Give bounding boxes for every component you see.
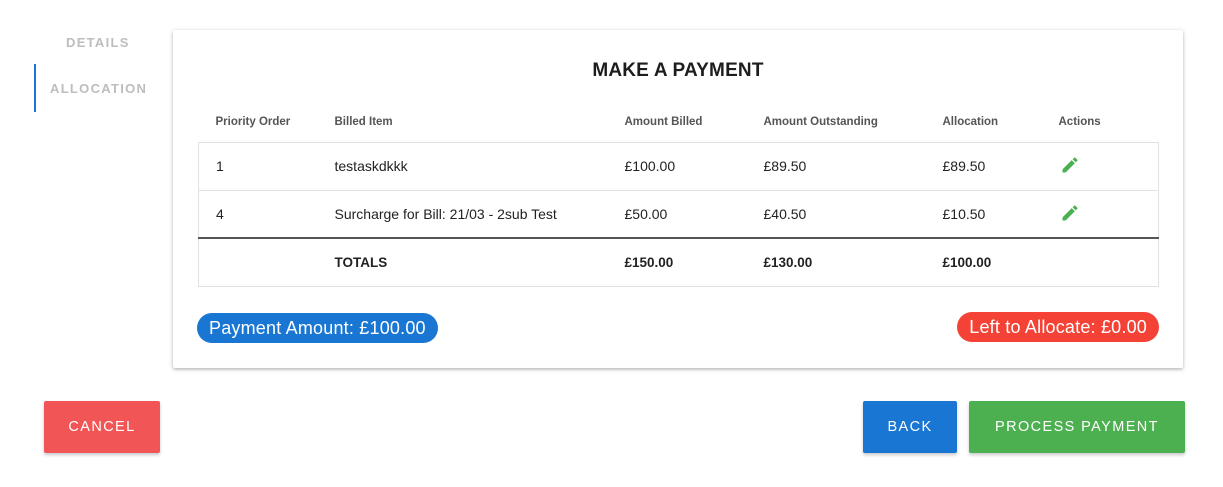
allocation-table: Priority Order Billed Item Amount Billed… [198,102,1159,287]
table-row: 1 testaskdkkk £100.00 £89.50 £89.50 [198,141,1159,190]
cell-amount-billed: £50.00 [624,189,764,238]
card-title: MAKE A PAYMENT [592,60,764,81]
step-allocation[interactable]: ALLOCATION [34,64,164,112]
cancel-button[interactable]: CANCEL [44,401,160,453]
col-allocation: Allocation [942,115,999,128]
process-payment-button[interactable]: PROCESS PAYMENT [969,401,1185,453]
cell-actions [1058,189,1159,238]
payment-page: DETAILS ALLOCATION MAKE A PAYMENT Priori… [0,0,1223,487]
allocation-table-wrap: Priority Order Billed Item Amount Billed… [198,102,1159,287]
back-button[interactable]: BACK [863,401,957,453]
col-amount-billed: Amount Billed [624,115,703,128]
cell-actions [1058,141,1159,190]
left-to-allocate-badge: Left to Allocate: £0.00 [957,312,1159,342]
col-billed-item: Billed Item [334,115,393,128]
cell-amount-outstanding: £40.50 [763,189,943,238]
cell-allocation: £10.50 [942,189,1059,238]
cell-amount-outstanding: £89.50 [763,141,943,190]
step-details[interactable]: DETAILS [34,20,164,64]
cell-priority: 4 [198,189,335,238]
totals-label: TOTALS [334,237,625,287]
stepper-nav: DETAILS ALLOCATION [34,20,164,112]
totals-amount-billed: £150.00 [624,237,764,287]
totals-row: TOTALS £150.00 £130.00 £100.00 [198,237,1159,287]
table-row: 4 Surcharge for Bill: 21/03 - 2sub Test … [198,189,1159,238]
totals-amount-outstanding: £130.00 [763,237,943,287]
totals-empty-cell [198,237,335,287]
table-header-row: Priority Order Billed Item Amount Billed… [199,102,1159,142]
cell-billed-item: testaskdkkk [334,141,625,190]
totals-allocation: £100.00 [942,237,1059,287]
pencil-icon[interactable] [1059,154,1081,176]
col-actions: Actions [1058,115,1101,128]
pencil-icon[interactable] [1059,202,1081,224]
payment-card: MAKE A PAYMENT Priority Order Billed Ite… [173,30,1183,368]
cell-allocation: £89.50 [942,141,1059,190]
totals-actions-empty [1058,237,1159,287]
col-amount-outstanding: Amount Outstanding [763,115,878,128]
col-priority-order: Priority Order [215,115,291,128]
cell-priority: 1 [198,141,335,190]
cell-billed-item: Surcharge for Bill: 21/03 - 2sub Test [334,189,625,238]
payment-amount-badge: Payment Amount: £100.00 [197,313,438,343]
cell-amount-billed: £100.00 [624,141,764,190]
